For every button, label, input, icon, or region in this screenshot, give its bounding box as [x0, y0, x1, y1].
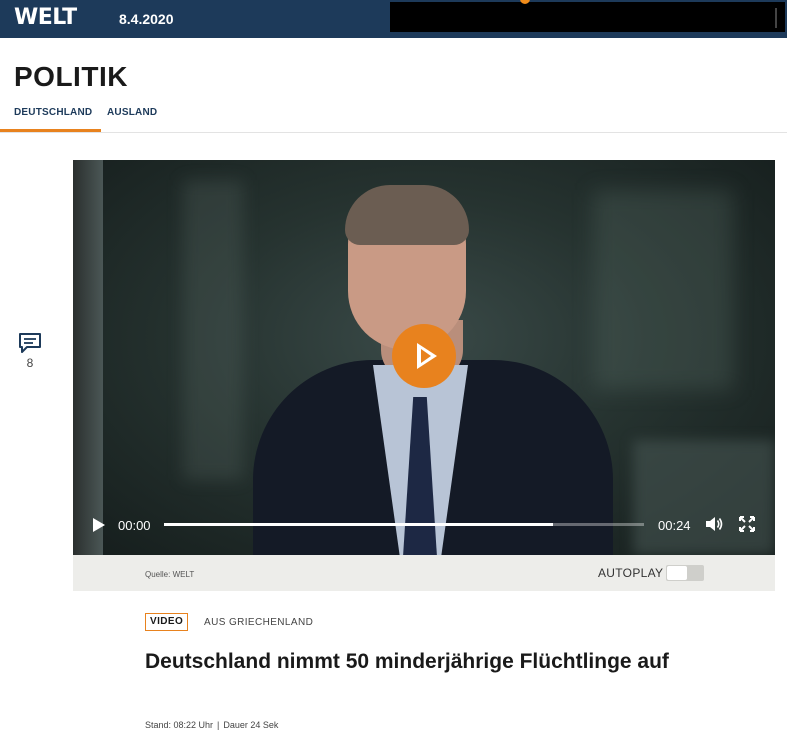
- video-source: Quelle: WELT: [145, 570, 195, 579]
- fullscreen-icon[interactable]: [738, 515, 756, 533]
- progress-buffered: [164, 523, 553, 526]
- article-headline[interactable]: Deutschland nimmt 50 minderjährige Flüch…: [145, 646, 705, 677]
- video-background-pillar: [73, 160, 103, 555]
- video-background-light: [593, 190, 733, 390]
- welt-logo[interactable]: WELT: [14, 5, 77, 30]
- autoplay-toggle-knob: [667, 566, 687, 580]
- current-time: 00:00: [118, 518, 151, 533]
- video-badge: VIDEO: [145, 613, 189, 631]
- top-bar: WELT 8.4.2020: [0, 0, 787, 38]
- article-meta: Stand: 08:22 Uhr | Dauer 24 Sek: [145, 720, 278, 730]
- progress-bar[interactable]: [164, 523, 644, 526]
- volume-icon[interactable]: [704, 515, 724, 533]
- article-duration: Dauer 24 Sek: [223, 720, 279, 730]
- section-title[interactable]: POLITIK: [14, 61, 128, 93]
- play-icon[interactable]: [93, 518, 105, 532]
- header-date: 8.4.2020: [119, 11, 174, 27]
- autoplay-toggle[interactable]: [666, 565, 704, 581]
- article-kicker: AUS GRIECHENLAND: [204, 617, 314, 628]
- video-background-light: [183, 180, 243, 480]
- total-time: 00:24: [658, 518, 691, 533]
- article-timestamp: Stand: 08:22 Uhr: [145, 720, 214, 730]
- subnav-item-ausland[interactable]: AUSLAND: [107, 107, 157, 118]
- ad-banner[interactable]: [390, 0, 785, 32]
- video-controls: 00:00 00:24: [73, 510, 775, 540]
- video-player[interactable]: 00:00 00:24: [73, 160, 775, 555]
- comments-button[interactable]: 8: [18, 332, 42, 370]
- section-subnav: DEUTSCHLAND AUSLAND: [0, 103, 787, 133]
- subnav-item-deutschland[interactable]: DEUTSCHLAND: [0, 107, 102, 132]
- anchor-hair: [345, 185, 469, 245]
- ad-accent: [520, 0, 530, 4]
- comment-icon: [19, 333, 41, 353]
- ad-scrollbar: [775, 8, 777, 28]
- autoplay-label: AUTOPLAY: [598, 566, 664, 580]
- big-play-button[interactable]: [392, 324, 456, 388]
- meta-separator: |: [217, 720, 220, 730]
- video-info-bar: Quelle: WELT AUTOPLAY: [73, 555, 775, 591]
- comment-count: 8: [26, 356, 34, 370]
